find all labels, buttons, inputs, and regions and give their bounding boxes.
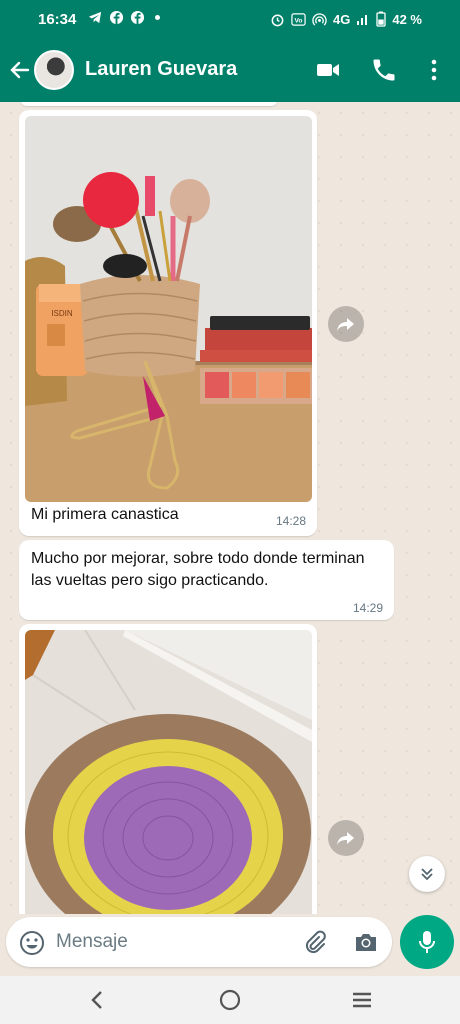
volte-icon: Vo (291, 12, 306, 26)
image-message[interactable]: ISDIN Mi primera canastica 14:28 (19, 110, 317, 536)
chat-area[interactable]: ISDIN Mi primera canastica 14:28 Mucho p… (0, 102, 460, 914)
makeup-basket-photo: ISDIN (25, 116, 312, 502)
video-call-icon[interactable] (314, 56, 342, 84)
message-caption: Mi primera canastica (31, 506, 179, 523)
camera-icon[interactable] (353, 930, 379, 954)
hotspot-icon (312, 12, 327, 26)
voice-message-button[interactable] (400, 915, 454, 969)
message-time: 14:28 (275, 514, 306, 528)
forward-icon (337, 318, 354, 331)
forward-button[interactable] (328, 306, 364, 342)
mic-icon (419, 931, 435, 953)
status-time: 16:34 (38, 11, 77, 28)
contact-name[interactable]: Lauren Guevara (85, 58, 237, 81)
image-message[interactable] (19, 624, 317, 914)
svg-text:Vo: Vo (295, 17, 303, 24)
nav-home-icon[interactable] (218, 988, 242, 1012)
message-input[interactable] (56, 929, 286, 955)
back-arrow-icon[interactable] (8, 56, 32, 84)
scroll-to-bottom-button[interactable] (409, 856, 445, 892)
forward-icon (337, 832, 354, 845)
bottle-label: ISDIN (51, 309, 73, 318)
signal-icon (357, 15, 368, 25)
text-message[interactable]: Mucho por mejorar, sobre todo donde term… (19, 540, 394, 620)
battery-icon (376, 11, 387, 27)
crochet-rug-photo (25, 630, 312, 914)
previous-message-bubble[interactable] (20, 102, 278, 106)
forward-button[interactable] (328, 820, 364, 856)
notification-icons (88, 10, 160, 25)
message-composer (6, 917, 392, 967)
nav-back-icon[interactable] (86, 988, 108, 1012)
status-bar: 16:34 Vo 4G 42 % (0, 0, 460, 38)
system-navigation-bar (0, 976, 460, 1024)
message-photo[interactable] (25, 630, 312, 914)
message-text: Mucho por mejorar, sobre todo donde term… (31, 550, 365, 589)
facebook-icon (130, 10, 145, 25)
alarm-icon (271, 14, 284, 26)
nav-recents-icon[interactable] (350, 988, 374, 1012)
telegram-icon (88, 11, 102, 24)
phone-icon[interactable] (370, 56, 398, 84)
network-type: 4G (333, 11, 351, 27)
attach-icon[interactable] (301, 929, 327, 955)
message-time: 14:29 (352, 601, 383, 615)
emoji-icon[interactable] (19, 930, 45, 956)
avatar[interactable] (34, 50, 74, 90)
more-vert-icon[interactable] (420, 56, 448, 84)
message-photo[interactable]: ISDIN (25, 116, 312, 502)
chevron-double-down-icon (421, 868, 433, 881)
chat-header: Lauren Guevara (0, 38, 460, 102)
more-notifications-dot (155, 15, 160, 20)
system-icons: Vo 4G 42 % (270, 11, 422, 27)
facebook-icon (109, 10, 124, 25)
battery-percent: 42 % (392, 11, 422, 27)
